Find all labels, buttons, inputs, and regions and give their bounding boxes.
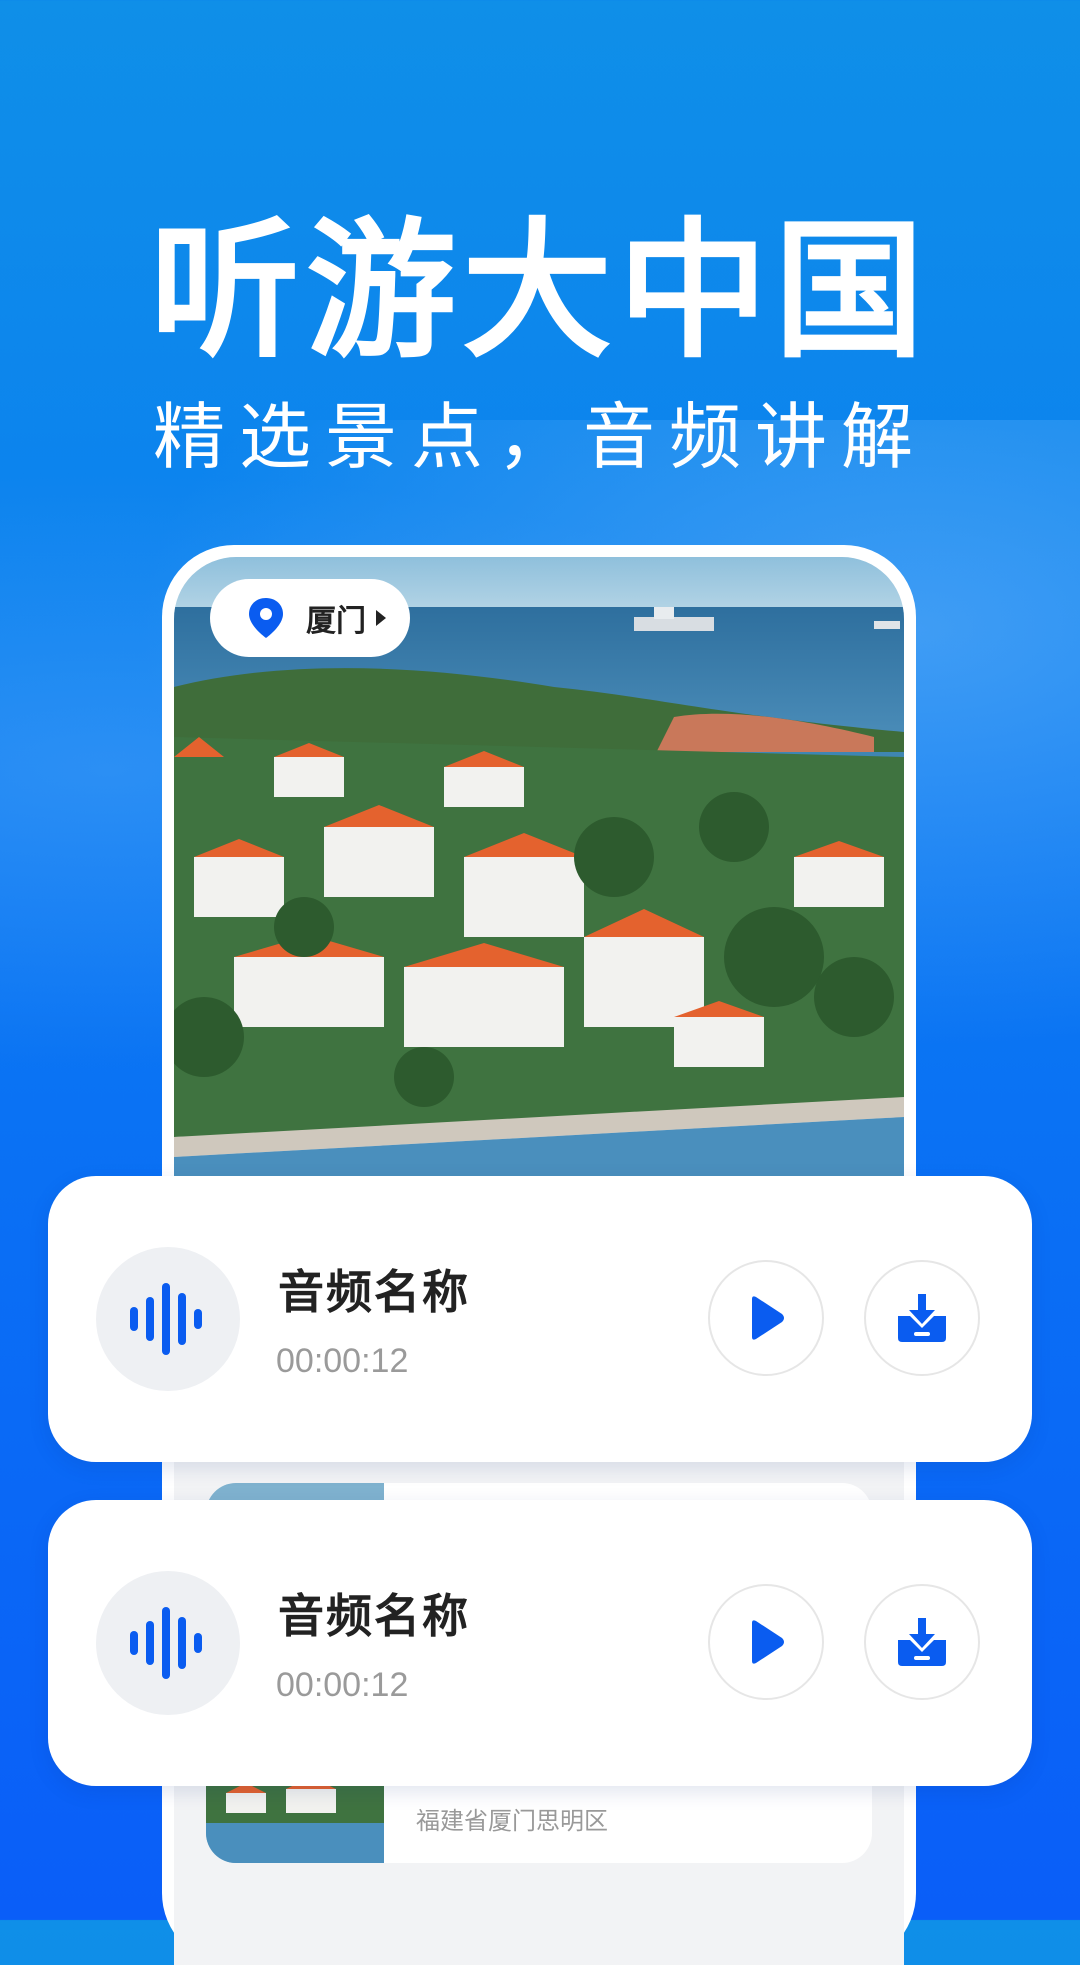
download-button[interactable] — [864, 1584, 980, 1700]
promo-headline: 听游大中国 — [149, 205, 930, 379]
audio-name: 音频名称 — [278, 1589, 470, 1643]
download-button[interactable] — [864, 1260, 980, 1376]
scenic-address: 福建省厦门思明区 — [416, 1807, 608, 1835]
audio-duration: 00:00:12 — [276, 1342, 409, 1380]
download-icon — [898, 1618, 946, 1666]
audio-duration: 00:00:12 — [276, 1666, 409, 1704]
promo-subhead: 精选景点，音频讲解 — [152, 395, 927, 479]
download-icon — [898, 1294, 946, 1342]
audio-wave-icon — [96, 1571, 240, 1715]
play-icon — [752, 1620, 784, 1664]
audio-card[interactable]: 音频名称 00:00:12 — [48, 1500, 1032, 1786]
play-icon — [752, 1296, 784, 1340]
play-button[interactable] — [708, 1260, 824, 1376]
location-pin-icon — [249, 598, 283, 638]
chevron-right-icon — [376, 610, 386, 626]
location-label: 厦门 — [306, 604, 366, 639]
audio-name: 音频名称 — [278, 1265, 470, 1319]
play-button[interactable] — [708, 1584, 824, 1700]
audio-wave-icon — [96, 1247, 240, 1391]
audio-card[interactable]: 音频名称 00:00:12 — [48, 1176, 1032, 1462]
location-selector[interactable]: 厦门 — [210, 579, 410, 657]
